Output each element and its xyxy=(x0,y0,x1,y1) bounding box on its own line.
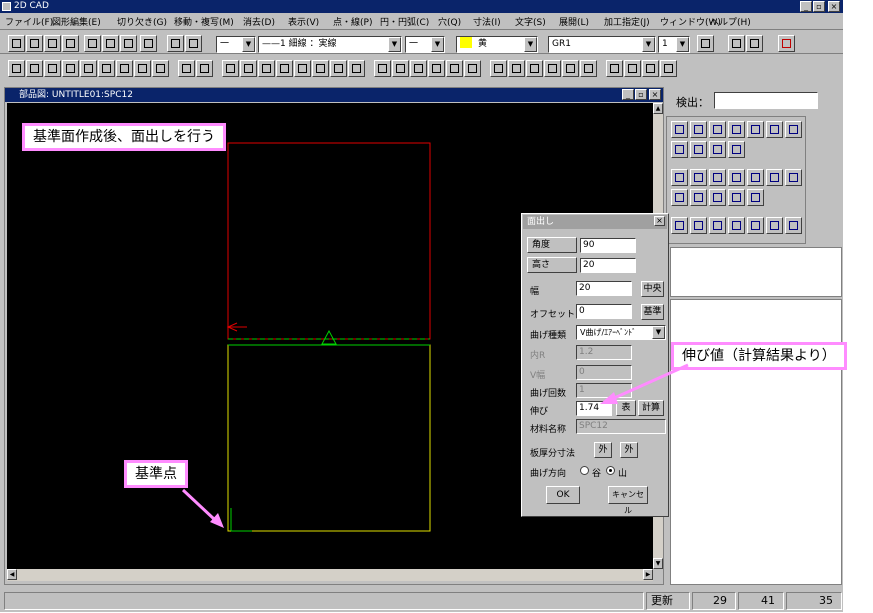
stretch-arrow-line xyxy=(611,363,689,401)
callout-arrows xyxy=(181,363,689,528)
stretch-arrow-head-icon xyxy=(600,392,618,404)
base-arrow-line xyxy=(181,488,216,521)
